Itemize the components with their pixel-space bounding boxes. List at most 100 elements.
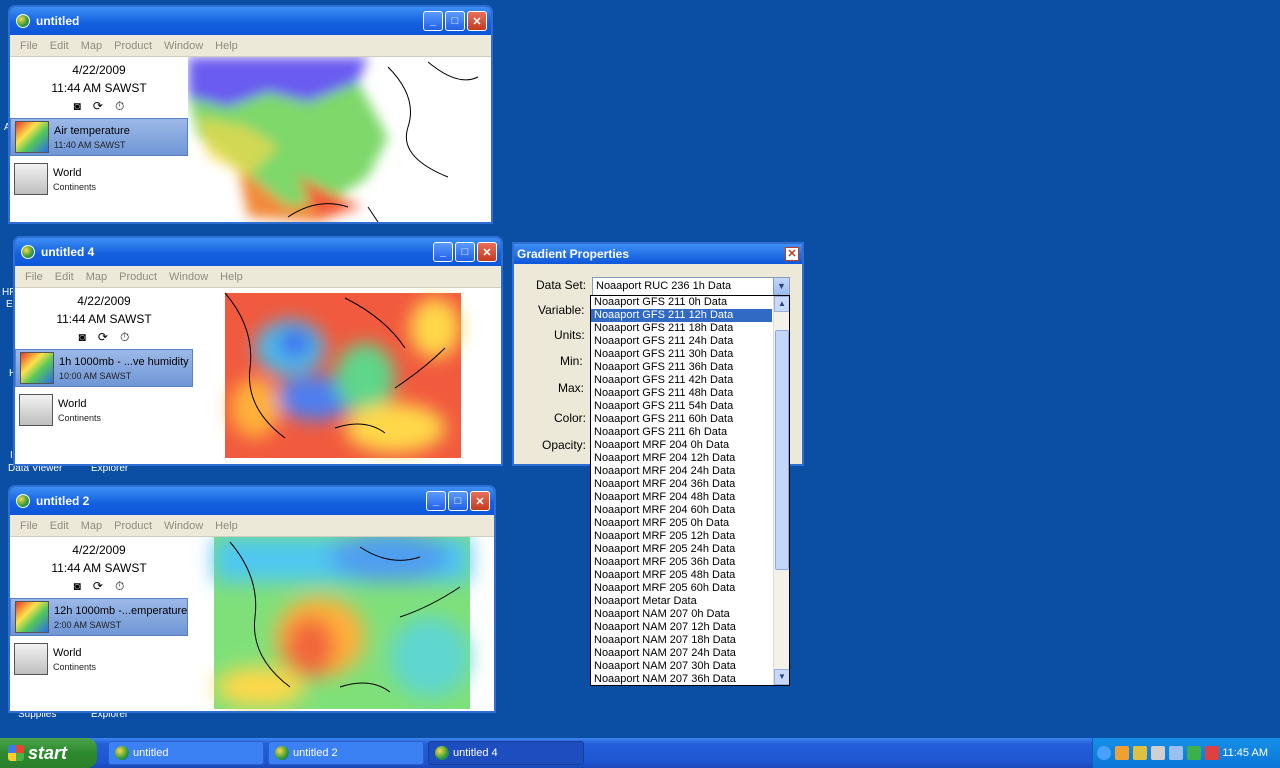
tray-app-icon[interactable] — [1115, 746, 1129, 760]
menu-help[interactable]: Help — [220, 271, 243, 283]
dropdown-option[interactable]: Noaaport MRF 204 48h Data — [591, 491, 772, 504]
camera-icon[interactable]: ◙ — [74, 99, 81, 114]
dropdown-option[interactable]: Noaaport MRF 205 0h Data — [591, 517, 772, 530]
tray-alert-icon[interactable] — [1205, 746, 1219, 760]
tray-security-icon[interactable] — [1187, 746, 1201, 760]
dialog-close-button[interactable]: ✕ — [785, 247, 799, 261]
dataset-select[interactable]: Noaaport RUC 236 1h Data ▼ — [592, 277, 790, 296]
dropdown-option[interactable]: Noaaport MRF 205 48h Data — [591, 569, 772, 582]
dropdown-option[interactable]: Noaaport MRF 204 12h Data — [591, 452, 772, 465]
layer-item[interactable]: World Continents — [10, 160, 188, 198]
dialog-titlebar[interactable]: Gradient Properties ✕ — [514, 244, 802, 264]
dropdown-option[interactable]: Noaaport MRF 205 12h Data — [591, 530, 772, 543]
close-button[interactable]: ✕ — [467, 11, 487, 31]
timer-icon[interactable]: ⏱ — [120, 330, 129, 345]
menu-map[interactable]: Map — [81, 520, 102, 532]
map-window-untitled[interactable]: untitled _ □ ✕ File Edit Map Product Win… — [8, 5, 493, 224]
tray-printer-icon[interactable] — [1151, 746, 1165, 760]
maximize-button[interactable]: □ — [445, 11, 465, 31]
menu-edit[interactable]: Edit — [55, 271, 74, 283]
loop-icon[interactable]: ⟳ — [93, 579, 103, 594]
window-titlebar[interactable]: untitled 2 _ □ ✕ — [10, 487, 494, 515]
window-titlebar[interactable]: untitled 4 _ □ ✕ — [15, 238, 501, 266]
menu-window[interactable]: Window — [164, 40, 203, 52]
taskbar-button-untitled-2[interactable]: untitled 2 — [268, 741, 424, 765]
dropdown-option[interactable]: Noaaport GFS 211 6h Data — [591, 426, 772, 439]
window-titlebar[interactable]: untitled _ □ ✕ — [10, 7, 491, 35]
menu-map[interactable]: Map — [86, 271, 107, 283]
menu-edit[interactable]: Edit — [50, 520, 69, 532]
dropdown-option[interactable]: Noaaport MRF 204 36h Data — [591, 478, 772, 491]
taskbar-button-untitled[interactable]: untitled — [108, 741, 264, 765]
taskbar-button-untitled-4[interactable]: untitled 4 — [428, 741, 584, 765]
tray-expand-icon[interactable] — [1097, 746, 1111, 760]
dropdown-option[interactable]: Noaaport GFS 211 30h Data — [591, 348, 772, 361]
timer-icon[interactable]: ⏱ — [115, 579, 124, 594]
loop-icon[interactable]: ⟳ — [93, 99, 103, 114]
clock[interactable]: 11:45 AM — [1222, 747, 1268, 759]
maximize-button[interactable]: □ — [448, 491, 468, 511]
desktop-label[interactable]: E — [6, 299, 13, 310]
chevron-down-icon[interactable]: ▼ — [773, 278, 789, 295]
menu-file[interactable]: File — [20, 520, 38, 532]
dropdown-scrollbar[interactable]: ▲ ▼ — [773, 296, 789, 685]
dataset-dropdown-list[interactable]: Noaaport GFS 211 0h Data Noaaport GFS 211… — [590, 295, 790, 686]
dropdown-option[interactable]: Noaaport Metar Data — [591, 595, 772, 608]
dropdown-option[interactable]: Noaaport GFS 211 54h Data — [591, 400, 772, 413]
menu-window[interactable]: Window — [169, 271, 208, 283]
menu-help[interactable]: Help — [215, 520, 238, 532]
maximize-button[interactable]: □ — [455, 242, 475, 262]
dropdown-option[interactable]: Noaaport NAM 207 0h Data — [591, 608, 772, 621]
menu-product[interactable]: Product — [114, 40, 152, 52]
map-canvas[interactable] — [195, 288, 501, 464]
map-window-untitled-2[interactable]: untitled 2 _ □ ✕ File Edit Map Product W… — [8, 485, 496, 713]
scroll-down-arrow-icon[interactable]: ▼ — [774, 669, 789, 685]
dropdown-option[interactable]: Noaaport GFS 211 18h Data — [591, 322, 772, 335]
layer-item[interactable]: World Continents — [10, 640, 188, 678]
dropdown-option[interactable]: Noaaport NAM 207 12h Data — [591, 621, 772, 634]
dropdown-option[interactable]: Noaaport MRF 204 60h Data — [591, 504, 772, 517]
menu-product[interactable]: Product — [114, 520, 152, 532]
dropdown-option[interactable]: Noaaport GFS 211 0h Data — [591, 296, 772, 309]
dropdown-option[interactable]: Noaaport NAM 207 30h Data — [591, 660, 772, 673]
close-button[interactable]: ✕ — [477, 242, 497, 262]
scroll-thumb[interactable] — [775, 330, 789, 570]
menu-help[interactable]: Help — [215, 40, 238, 52]
menu-file[interactable]: File — [20, 40, 38, 52]
map-canvas[interactable] — [188, 57, 491, 222]
map-window-untitled-4[interactable]: untitled 4 _ □ ✕ File Edit Map Product W… — [13, 236, 503, 466]
dropdown-option[interactable]: Noaaport MRF 205 24h Data — [591, 543, 772, 556]
tray-network-icon[interactable] — [1133, 746, 1147, 760]
menu-map[interactable]: Map — [81, 40, 102, 52]
minimize-button[interactable]: _ — [433, 242, 453, 262]
loop-icon[interactable]: ⟳ — [98, 330, 108, 345]
dropdown-option[interactable]: Noaaport GFS 211 60h Data — [591, 413, 772, 426]
layer-item-selected[interactable]: Air temperature 11:40 AM SAWST — [10, 118, 188, 156]
scroll-up-arrow-icon[interactable]: ▲ — [774, 296, 789, 312]
camera-icon[interactable]: ◙ — [74, 579, 81, 594]
dropdown-option[interactable]: Noaaport NAM 207 24h Data — [591, 647, 772, 660]
close-button[interactable]: ✕ — [470, 491, 490, 511]
dropdown-option-selected[interactable]: Noaaport GFS 211 12h Data — [591, 309, 772, 322]
map-canvas[interactable] — [190, 537, 494, 711]
start-button[interactable]: start — [0, 738, 97, 768]
dropdown-option[interactable]: Noaaport NAM 207 36h Data — [591, 673, 772, 685]
menu-edit[interactable]: Edit — [50, 40, 69, 52]
minimize-button[interactable]: _ — [426, 491, 446, 511]
map-client-area[interactable]: 4/22/2009 11:44 AM SAWST ◙ ⟳ ⏱ Air tempe… — [10, 57, 491, 222]
tray-display-icon[interactable] — [1169, 746, 1183, 760]
menu-file[interactable]: File — [25, 271, 43, 283]
map-client-area[interactable]: 4/22/2009 11:44 AM SAWST ◙ ⟳ ⏱ 12h 1000m… — [10, 537, 494, 711]
timer-icon[interactable]: ⏱ — [115, 99, 124, 114]
dropdown-option[interactable]: Noaaport MRF 205 36h Data — [591, 556, 772, 569]
dropdown-option[interactable]: Noaaport NAM 207 18h Data — [591, 634, 772, 647]
minimize-button[interactable]: _ — [423, 11, 443, 31]
layer-item-selected[interactable]: 1h 1000mb - ...ve humidity 10:00 AM SAWS… — [15, 349, 193, 387]
dropdown-option[interactable]: Noaaport GFS 211 48h Data — [591, 387, 772, 400]
dropdown-option[interactable]: Noaaport MRF 204 0h Data — [591, 439, 772, 452]
menu-product[interactable]: Product — [119, 271, 157, 283]
dropdown-option[interactable]: Noaaport MRF 204 24h Data — [591, 465, 772, 478]
dropdown-option[interactable]: Noaaport MRF 205 60h Data — [591, 582, 772, 595]
map-client-area[interactable]: 4/22/2009 11:44 AM SAWST ◙ ⟳ ⏱ 1h 1000mb… — [15, 288, 501, 464]
camera-icon[interactable]: ◙ — [79, 330, 86, 345]
